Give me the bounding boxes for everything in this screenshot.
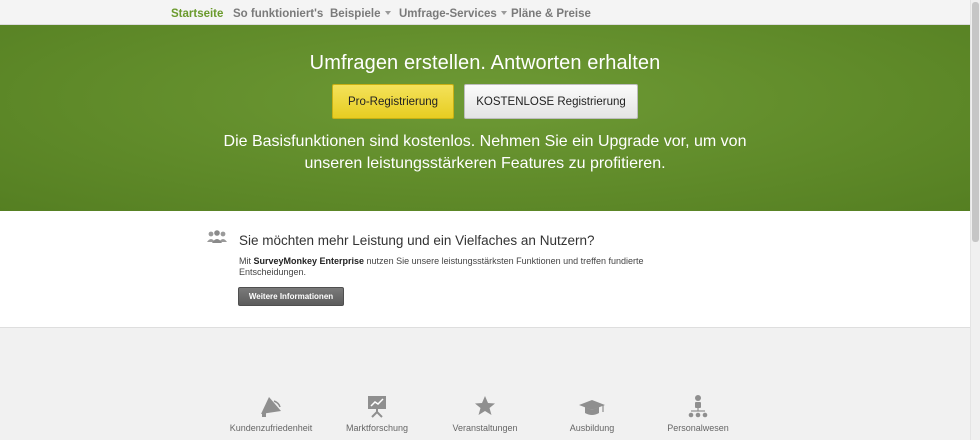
nav-item-plaene-preise[interactable]: Pläne & Preise bbox=[511, 8, 591, 20]
category-personalwesen[interactable]: Personalwesen bbox=[653, 394, 743, 433]
enterprise-description: Mit SurveyMonkey Enterprise nutzen Sie u… bbox=[239, 256, 679, 278]
free-registration-button[interactable]: KOSTENLOSE Registrierung bbox=[464, 84, 638, 119]
category-label: Marktforschung bbox=[345, 423, 409, 433]
nav-item-umfrage-services-label: Umfrage-Services bbox=[399, 8, 497, 20]
hero-subtitle: Die Basisfunktionen sind kostenlos. Nehm… bbox=[0, 131, 970, 175]
people-group-icon bbox=[207, 230, 227, 243]
category-label: Kundenzufriedenheit bbox=[229, 423, 313, 433]
nav-item-startseite[interactable]: Startseite bbox=[171, 8, 223, 20]
hero-title: Umfragen erstellen. Antworten erhalten bbox=[309, 52, 661, 74]
category-kundenzufriedenheit[interactable]: Kundenzufriedenheit bbox=[226, 394, 316, 433]
scrollbar-thumb[interactable] bbox=[972, 2, 979, 242]
top-navigation: Startseite So funktioniert's Beispiele U… bbox=[0, 0, 970, 25]
category-label: Personalwesen bbox=[667, 423, 729, 433]
more-info-button[interactable]: Weitere Informationen bbox=[238, 287, 344, 306]
enterprise-product-name: SurveyMonkey Enterprise bbox=[253, 256, 365, 266]
graduation-cap-icon bbox=[579, 400, 605, 415]
nav-item-umfrage-services[interactable]: Umfrage-Services bbox=[399, 8, 507, 20]
category-marktforschung[interactable]: Marktforschung bbox=[332, 394, 422, 433]
chevron-down-icon bbox=[500, 11, 507, 15]
vertical-scrollbar[interactable] bbox=[970, 0, 980, 440]
hero-banner: Umfragen erstellen. Antworten erhalten P… bbox=[0, 25, 970, 211]
enterprise-title: Sie möchten mehr Leistung und ein Vielfa… bbox=[239, 233, 595, 248]
presentation-chart-icon bbox=[368, 396, 386, 418]
category-veranstaltungen[interactable]: Veranstaltungen bbox=[440, 394, 530, 433]
chevron-down-icon bbox=[384, 11, 391, 15]
category-label: Ausbildung bbox=[569, 423, 615, 433]
hero-subtitle-line1: Die Basisfunktionen sind kostenlos. Nehm… bbox=[223, 133, 747, 150]
star-icon bbox=[475, 396, 495, 415]
category-label: Veranstaltungen bbox=[452, 423, 518, 433]
nav-item-beispiele-label: Beispiele bbox=[330, 8, 381, 20]
pro-registration-button[interactable]: Pro-Registrierung bbox=[332, 84, 454, 119]
enterprise-text-prefix: Mit bbox=[239, 256, 254, 266]
nav-item-so-funktionierts[interactable]: So funktioniert's bbox=[233, 8, 323, 20]
org-chart-icon bbox=[688, 395, 708, 418]
category-ausbildung[interactable]: Ausbildung bbox=[547, 394, 637, 433]
nav-item-beispiele[interactable]: Beispiele bbox=[330, 8, 391, 20]
enterprise-section: Sie möchten mehr Leistung und ein Vielfa… bbox=[0, 211, 970, 328]
megaphone-icon bbox=[261, 397, 281, 417]
hero-subtitle-line2: unseren leistungsstärkeren Features zu p… bbox=[304, 155, 666, 172]
